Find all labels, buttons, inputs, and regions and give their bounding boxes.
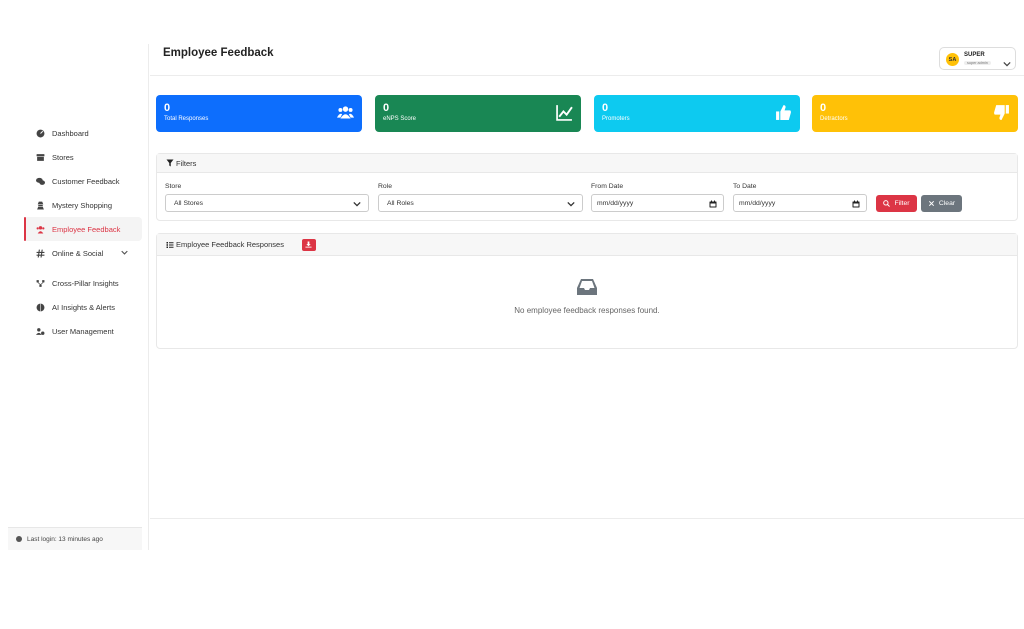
sidebar-item-label: Dashboard: [52, 128, 89, 138]
user-role-badge: super admin: [964, 61, 991, 65]
last-login-text: Last login: 13 minutes ago: [27, 535, 103, 543]
role-select[interactable]: All Roles: [378, 194, 583, 212]
responses-title: Employee Feedback Responses: [176, 240, 284, 249]
responses-panel: Employee Feedback Responses No employee …: [156, 233, 1018, 349]
chevron-down-icon: [1003, 55, 1011, 67]
chevron-down-icon: [353, 200, 361, 208]
sidebar-item-user-management[interactable]: User Management: [24, 319, 142, 343]
filter-button[interactable]: Filter: [876, 195, 917, 212]
user-name: SUPER: [964, 52, 985, 58]
sidebar-item-online-social[interactable]: Online & Social: [24, 241, 142, 265]
stat-label: Total Responses: [164, 116, 209, 122]
user-secret-icon: [36, 201, 45, 210]
sidebar-item-label: AI Insights & Alerts: [52, 302, 115, 312]
clear-button-label: Clear: [938, 200, 956, 207]
user-menu-button[interactable]: SA SUPER super admin: [939, 47, 1016, 70]
sidebar-item-cross-pillar-insights[interactable]: Cross-Pillar Insights: [24, 271, 142, 295]
sidebar-item-label: Stores: [52, 152, 74, 162]
store-icon: [36, 153, 45, 162]
sidebar-nav: Dashboard Stores Customer Feedback Myste…: [24, 121, 142, 343]
avatar: SA: [946, 53, 959, 66]
hashtag-icon: [36, 249, 45, 258]
download-button[interactable]: [301, 238, 316, 251]
sidebar-item-label: Customer Feedback: [52, 176, 120, 186]
store-select-value: All Stores: [174, 199, 204, 207]
users-icon: [337, 104, 354, 121]
sidebar-item-mystery-shopping[interactable]: Mystery Shopping: [24, 193, 142, 217]
stat-value: 0: [820, 102, 827, 114]
chevron-down-icon: [567, 200, 575, 208]
sidebar-item-dashboard[interactable]: Dashboard: [24, 121, 142, 145]
stat-card-detractors: 0 Detractors: [812, 95, 1018, 132]
clock-icon: [16, 536, 22, 542]
stat-label: Promoters: [602, 116, 630, 122]
sidebar-item-label: User Management: [52, 326, 114, 336]
list-icon: [166, 241, 174, 248]
thumbs-up-icon: [775, 104, 792, 121]
footer-divider: [150, 518, 1024, 519]
store-select[interactable]: All Stores: [165, 194, 369, 212]
top-header: Employee Feedback SA SUPER super admin: [150, 44, 1024, 76]
stat-label: Detractors: [820, 116, 848, 122]
from-date-label: From Date: [591, 183, 624, 190]
sidebar-item-stores[interactable]: Stores: [24, 145, 142, 169]
close-icon: [928, 200, 934, 207]
from-date-placeholder: mm/dd/yyyy: [597, 199, 634, 207]
calendar-icon[interactable]: [852, 200, 860, 208]
sidebar-item-ai-insights[interactable]: AI Insights & Alerts: [24, 295, 142, 319]
stat-value: 0: [602, 102, 609, 114]
search-icon: [883, 200, 891, 207]
to-date-label: To Date: [733, 183, 757, 190]
calendar-icon[interactable]: [709, 200, 717, 208]
chart-line-icon: [556, 104, 573, 121]
users-cog-icon: [36, 327, 45, 336]
comments-icon: [36, 177, 45, 186]
sidebar-item-label: Mystery Shopping: [52, 200, 113, 210]
role-select-value: All Roles: [387, 199, 414, 207]
filters-panel: Filters Store All Stores Role All Roles …: [156, 153, 1018, 221]
sidebar-item-customer-feedback[interactable]: Customer Feedback: [24, 169, 142, 193]
store-label: Store: [165, 183, 182, 190]
dashboard-icon: [36, 129, 45, 138]
sidebar-item-label: Cross-Pillar Insights: [52, 278, 119, 288]
stat-card-total-responses: 0 Total Responses: [156, 95, 362, 132]
from-date-input[interactable]: mm/dd/yyyy: [591, 194, 724, 212]
download-icon: [305, 241, 313, 248]
filters-title: Filters: [176, 158, 197, 168]
thumbs-down-icon: [993, 104, 1010, 121]
stat-card-promoters: 0 Promoters: [594, 95, 800, 132]
sidebar: Dashboard Stores Customer Feedback Myste…: [0, 44, 149, 550]
last-login: Last login: 13 minutes ago: [8, 527, 142, 550]
to-date-input[interactable]: mm/dd/yyyy: [733, 194, 867, 212]
network-icon: [36, 279, 45, 288]
empty-state-message: No employee feedback responses found.: [514, 306, 660, 315]
clear-button[interactable]: Clear: [921, 195, 962, 212]
page-title: Employee Feedback: [163, 47, 274, 59]
to-date-placeholder: mm/dd/yyyy: [739, 199, 776, 207]
brain-icon: [36, 303, 45, 312]
chevron-down-icon[interactable]: [121, 249, 128, 256]
filters-header: Filters: [157, 154, 1017, 173]
filter-icon: [166, 159, 174, 167]
sidebar-item-label: Online & Social: [52, 248, 104, 258]
role-label: Role: [378, 183, 392, 190]
users-icon: [36, 225, 45, 234]
stat-card-enps-score: 0 eNPS Score: [375, 95, 581, 132]
inbox-icon: [577, 278, 597, 296]
stat-value: 0: [383, 102, 390, 114]
filter-button-label: Filter: [894, 200, 910, 207]
sidebar-item-label: Employee Feedback: [52, 224, 121, 234]
stat-label: eNPS Score: [383, 116, 417, 122]
stat-value: 0: [164, 102, 171, 114]
responses-header: Employee Feedback Responses: [157, 234, 1017, 256]
sidebar-item-employee-feedback[interactable]: Employee Feedback: [24, 217, 142, 241]
